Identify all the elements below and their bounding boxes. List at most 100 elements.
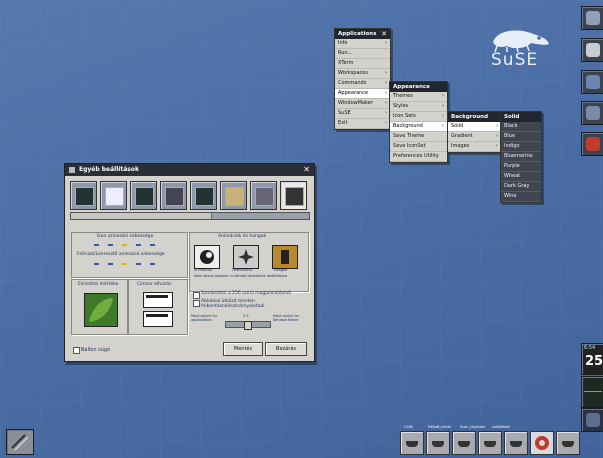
menu-item-appearance[interactable]: Appearance › [335, 89, 390, 99]
menu-item-dark-gray[interactable]: Dark Gray [501, 182, 541, 192]
applications-menu-title[interactable]: Applications ✕ [335, 29, 390, 39]
balloon-help-label: Ballon súgó [81, 347, 111, 353]
menu-item-wine[interactable]: Wine [501, 192, 541, 202]
checkbox-256-colors[interactable] [193, 292, 200, 299]
lifebuoy-icon [535, 436, 549, 450]
solid-menu-title[interactable]: Solid [501, 112, 541, 122]
icon-speed-selector[interactable] [94, 243, 174, 247]
checkbox-all-resolutions-label: Ablakkal ütköző minden felbontásnál/szín… [201, 299, 265, 309]
smoothing-preview[interactable] [84, 293, 118, 327]
menu-item-xterm[interactable]: XTerm [335, 59, 390, 69]
network-icon [586, 413, 600, 427]
miniwindow-3[interactable] [452, 431, 476, 455]
miniwindow-7[interactable] [556, 431, 580, 455]
tab-focus[interactable] [100, 181, 127, 210]
menu-item-workspaces[interactable]: Workspaces › [335, 69, 390, 79]
toolbar-scrollbar[interactable] [70, 212, 310, 220]
sounds-toggle[interactable] [272, 245, 298, 269]
tab-misc[interactable] [280, 181, 307, 210]
appearance-menu[interactable]: Appearance Themes › Styles › Icon Sets › Ba… [389, 81, 448, 163]
dialog-title: Egyéb beállítások [79, 166, 139, 173]
menu-item-wheat[interactable]: Wheat [501, 172, 541, 182]
paperclip-icon [11, 434, 29, 451]
tab-window-handling[interactable] [70, 181, 97, 210]
dock-appicon-2[interactable] [581, 38, 603, 62]
menu-item-bluemarine[interactable]: Bluemarine [501, 152, 541, 162]
dialog-titlebar[interactable]: Egyéb beállítások ✕ [65, 164, 314, 176]
superfluous-toggle[interactable] [233, 245, 259, 269]
appearance-menu-title[interactable]: Appearance [390, 82, 447, 92]
titlebar-option-1[interactable] [143, 292, 173, 308]
animation-icon [200, 250, 214, 264]
sparkle-icon [238, 249, 254, 265]
menu-item-windowmaker[interactable]: WindowMaker › [335, 99, 390, 109]
menu-item-indigo[interactable]: Indigo [501, 142, 541, 152]
dock-appicon-7[interactable] [581, 408, 603, 432]
save-button[interactable]: Mentés [223, 342, 263, 356]
scrollbar-thumb[interactable] [71, 213, 212, 219]
menu-item-preferences-utility[interactable]: Preferences Utility [390, 152, 447, 162]
background-menu-title[interactable]: Background [448, 112, 501, 122]
tab-appearance[interactable] [220, 181, 247, 210]
animations-toggle[interactable] [194, 245, 220, 269]
menu-item-save-iconset[interactable]: Save IconSet [390, 142, 447, 152]
menu-item-suse[interactable]: SuSE › [335, 109, 390, 119]
menu-item-themes[interactable]: Themes › [390, 92, 447, 102]
close-icon[interactable]: ✕ [381, 29, 387, 39]
menu-item-background[interactable]: Background › [390, 122, 447, 132]
menu-item-purple[interactable]: Purple [501, 162, 541, 172]
monitor-dockapp[interactable] [581, 376, 603, 408]
graph-icon [584, 391, 602, 402]
window-menu-icon[interactable] [69, 167, 75, 173]
menu-item-images[interactable]: Images › [448, 142, 501, 152]
checkbox-all-resolutions[interactable] [193, 300, 200, 307]
tab-window-placement[interactable] [130, 181, 157, 210]
menu-item-exit[interactable]: Exit › [335, 119, 390, 129]
miniwindow-6[interactable] [530, 431, 554, 455]
close-button[interactable]: Bezárás [265, 342, 307, 356]
titlebar-option-2[interactable] [143, 311, 173, 327]
balloon-help-checkbox[interactable] [73, 347, 80, 354]
miniwindow-2[interactable] [426, 431, 450, 455]
clock-dockapp[interactable]: 6:54 25 [581, 343, 603, 375]
menu-item-solid[interactable]: Solid › [448, 122, 501, 132]
applications-menu[interactable]: Applications ✕ Info › Run... XTerm Worksp… [334, 28, 391, 130]
dock-appicon-3[interactable] [581, 70, 603, 94]
settings-icon [586, 106, 600, 120]
teapot-icon [458, 441, 470, 447]
menu-item-info[interactable]: Info › [335, 39, 390, 49]
close-icon[interactable]: ✕ [303, 164, 310, 176]
dock-appicon-4[interactable] [581, 101, 603, 125]
speaker-icon [281, 250, 289, 264]
menu-item-save-theme[interactable]: Save Theme [390, 132, 447, 142]
menu-item-icon-sets[interactable]: Icon Sets › [390, 112, 447, 122]
dock-appicon-5[interactable] [581, 132, 603, 156]
tab-icons[interactable] [190, 181, 217, 210]
slider-handle[interactable] [244, 321, 252, 330]
background-menu[interactable]: Background Solid › Gradient › Images › [447, 111, 502, 153]
miniwindow-1[interactable] [400, 431, 424, 455]
preferences-dialog[interactable]: Egyéb beállítások ✕ Ikon színezési sebes… [64, 163, 315, 362]
teapot-icon [510, 441, 522, 447]
mouse-accel-slider[interactable] [225, 321, 271, 330]
applications-menu-title-text: Applications [338, 31, 377, 37]
miniwindow-4[interactable] [478, 431, 502, 455]
menu-item-gradient[interactable]: Gradient › [448, 132, 501, 142]
tab-workspaces[interactable] [160, 181, 187, 210]
menu-item-commands[interactable]: Commands › [335, 79, 390, 89]
menu-item-styles[interactable]: Styles › [390, 102, 447, 112]
anim-label-1: Animációk [194, 268, 213, 272]
icon-speed-label: Ikon színezési sebessége [97, 234, 154, 239]
tab-menu[interactable] [250, 181, 277, 210]
shade-speed-selector[interactable] [94, 262, 174, 266]
menu-item-blue[interactable]: Blue [501, 132, 541, 142]
anim-label-3: Hangok [274, 268, 288, 272]
shade-speed-label: Felhúzó/Leeresztő animáció sebessége [77, 252, 165, 257]
miniwindow-5[interactable] [504, 431, 528, 455]
menu-item-run[interactable]: Run... [335, 49, 390, 59]
clip-icon[interactable] [6, 429, 34, 455]
titlebar-preview [146, 314, 168, 317]
dock-appicon-1[interactable] [581, 6, 603, 30]
menu-item-black[interactable]: Black [501, 122, 541, 132]
solid-menu[interactable]: Solid Black Blue Indigo Bluemarine Purpl… [500, 111, 542, 203]
